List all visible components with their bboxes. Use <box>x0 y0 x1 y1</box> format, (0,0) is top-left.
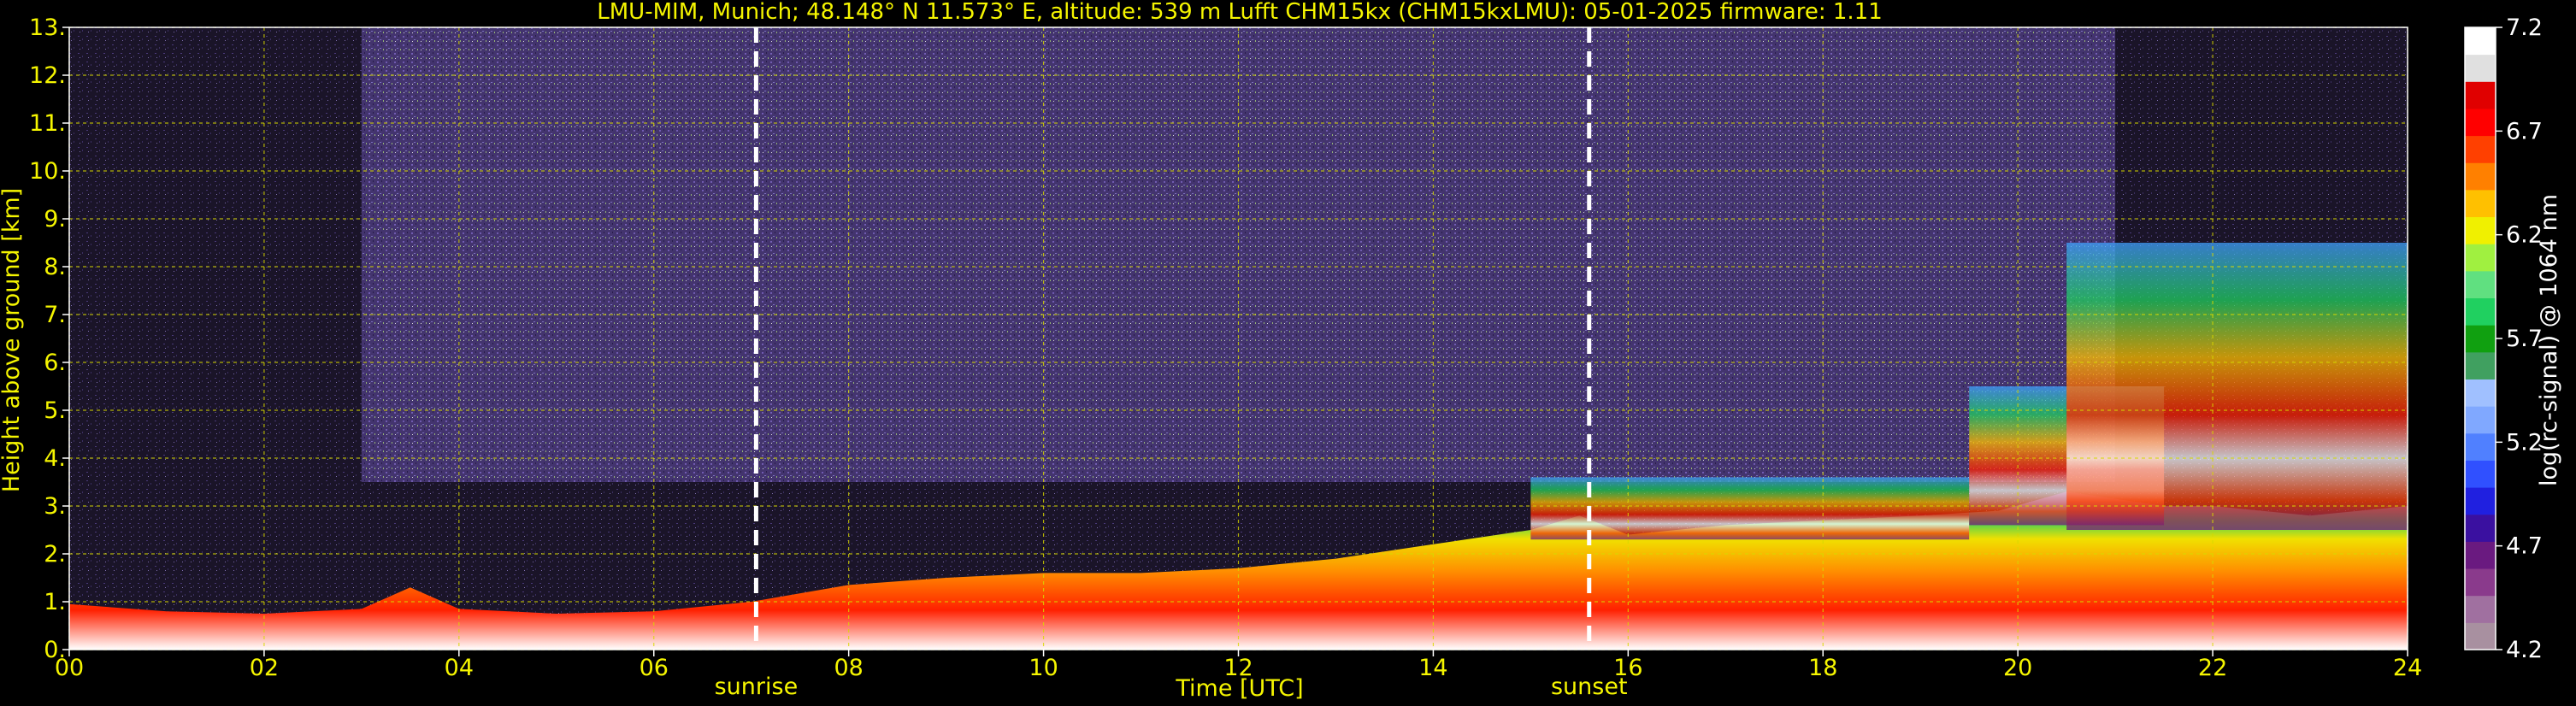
x-tick-label: 06 <box>640 655 669 681</box>
x-tick-label: 10 <box>1029 655 1058 681</box>
y-tick-label: 1. <box>44 589 66 615</box>
colorbar-segment <box>2465 135 2496 163</box>
colorbar-segment <box>2465 595 2496 623</box>
colorbar-segment <box>2465 189 2496 218</box>
colorbar-segment <box>2465 460 2496 488</box>
colorbar-label: log(rc-signal) @ 1064 nm <box>2536 194 2562 486</box>
y-tick-label: 9. <box>44 206 66 232</box>
y-tick-label: 13. <box>29 15 66 41</box>
colorbar-segment <box>2465 216 2496 244</box>
colorbar-segment <box>2465 541 2496 569</box>
y-tick-label: 11. <box>29 110 66 137</box>
y-axis-label: Height above ground [km] <box>0 188 25 492</box>
colorbar-segment <box>2465 379 2496 407</box>
colorbar-segment <box>2465 487 2496 515</box>
x-tick-label: 04 <box>445 655 474 681</box>
colorbar-segment <box>2465 108 2496 137</box>
colorbar-tick-label: 4.7 <box>2506 533 2543 560</box>
cloud-layer-2 <box>2066 243 2408 530</box>
x-tick-label: 20 <box>2003 655 2032 681</box>
x-tick-label: 18 <box>1808 655 1837 681</box>
y-tick-label: 3. <box>44 493 66 520</box>
x-tick-label: 08 <box>834 655 863 681</box>
colorbar-segment <box>2465 162 2496 191</box>
y-tick-label: 2. <box>44 541 66 568</box>
x-tick-label: 24 <box>2393 655 2422 681</box>
y-tick-label: 5. <box>44 397 66 424</box>
colorbar-segment <box>2465 325 2496 353</box>
colorbar-segment <box>2465 432 2496 461</box>
cloud-layer-0 <box>1530 477 1970 540</box>
ceilometer-chart: sunrise sunset 00 02 04 06 08 10 12 14 16 18 20 22 24… <box>0 0 2562 702</box>
colorbar-tick-label: 7.2 <box>2506 15 2543 41</box>
x-tick-label: 02 <box>250 655 279 681</box>
colorbar-segment <box>2465 351 2496 379</box>
y-tick-label: 0. <box>44 637 66 663</box>
colorbar-segment <box>2465 297 2496 326</box>
y-tick-label: 7. <box>44 302 66 328</box>
colorbar: 4.24.75.25.76.26.77.2 <box>2464 15 2543 663</box>
colorbar-segment <box>2465 406 2496 434</box>
colorbar-segment <box>2465 622 2496 650</box>
colorbar-segment <box>2465 568 2496 597</box>
y-tick-label: 12. <box>29 62 66 89</box>
y-tick-label: 8. <box>44 254 66 280</box>
x-tick-label: 16 <box>1613 655 1642 681</box>
sunrise-label: sunrise <box>715 674 799 700</box>
colorbar-segment <box>2465 244 2496 272</box>
colorbar-segment <box>2465 514 2496 542</box>
x-axis-label: Time [UTC] <box>1175 675 1303 702</box>
chart-title: LMU-MIM, Munich; 48.148° N 11.573° E, al… <box>597 0 1882 25</box>
colorbar-segment <box>2465 27 2496 56</box>
colorbar-segment <box>2465 54 2496 82</box>
colorbar-tick-label: 4.2 <box>2506 637 2543 663</box>
x-tick-label: 22 <box>2198 655 2227 681</box>
y-tick-label: 4. <box>44 445 66 472</box>
colorbar-segment <box>2465 81 2496 109</box>
y-tick-label: 6. <box>44 350 66 376</box>
colorbar-segment <box>2465 270 2496 299</box>
y-tick-label: 10. <box>29 158 66 185</box>
colorbar-tick-label: 6.7 <box>2506 118 2543 144</box>
x-tick-label: 14 <box>1418 655 1447 681</box>
